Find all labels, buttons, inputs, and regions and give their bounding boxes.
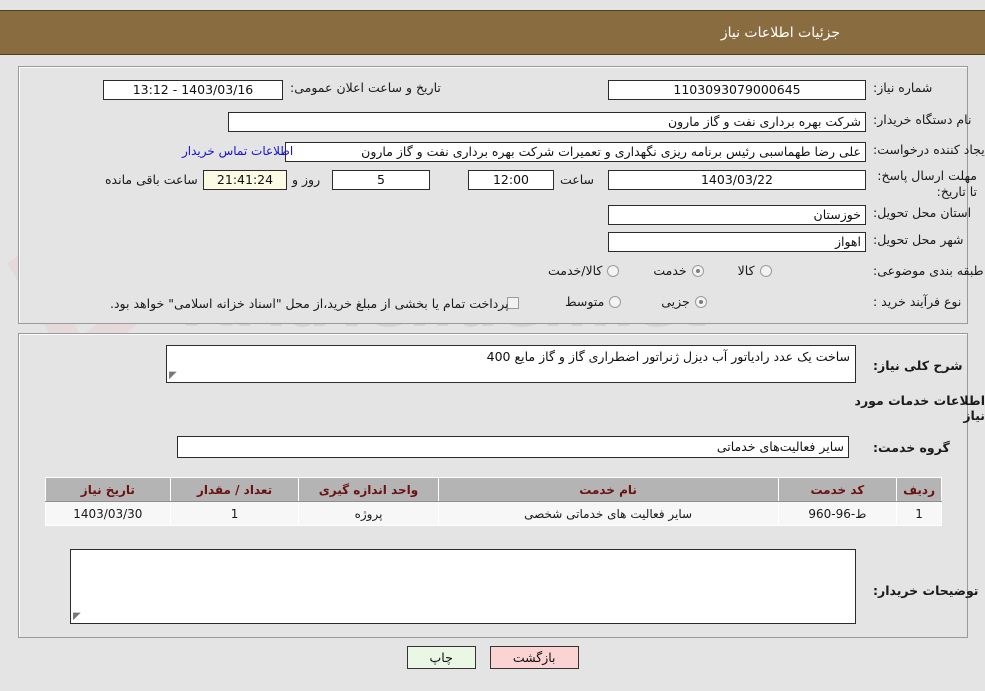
cell-radif: 1 <box>896 501 942 526</box>
button-bar: بازگشت چاپ <box>0 646 985 669</box>
province-label: استان محل تحویل: <box>873 205 972 220</box>
col-radif: ردیف <box>896 477 942 502</box>
province-field[interactable]: خوزستان <box>608 205 866 225</box>
table-header-row: ردیف کد خدمت نام خدمت واحد اندازه گیری ت… <box>45 477 942 502</box>
category-label: طبقه بندی موضوعی: <box>873 263 984 278</box>
deadline-countdown-label: ساعت باقی مانده <box>105 172 198 187</box>
deadline-countdown-field: 21:41:24 <box>203 170 287 190</box>
col-unit: واحد اندازه گیری <box>298 477 439 502</box>
deadline-time-label: ساعت <box>560 172 595 187</box>
buyer-contact-link[interactable]: اطلاعات تماس خریدار <box>182 144 293 158</box>
requester-label: ایجاد کننده درخواست: <box>873 142 985 157</box>
requester-row: ایجاد کننده درخواست: <box>873 142 985 158</box>
table-row: 1 ط-96-960 سایر فعالیت های خدماتی شخصی پ… <box>45 501 942 526</box>
col-name: نام خدمت <box>437 477 779 502</box>
city-label: شهر محل تحویل: <box>873 232 964 247</box>
print-button[interactable]: چاپ <box>406 646 476 669</box>
public-announce-field[interactable]: 1403/03/16 - 13:12 <box>103 80 283 100</box>
requester-field[interactable]: علی رضا طهماسبی رئیس برنامه ریزی نگهداری… <box>285 142 866 162</box>
category-option-label: کالا <box>737 263 755 278</box>
need-number-row: شماره نیاز: <box>873 80 932 96</box>
need-number-field[interactable]: 1103093079000645 <box>608 80 866 100</box>
service-group-label: گروه خدمت: <box>873 440 950 455</box>
services-table: ردیف کد خدمت نام خدمت واحد اندازه گیری ت… <box>45 477 942 526</box>
radio-icon[interactable] <box>607 264 620 277</box>
category-option-kala-khedmat[interactable]: کالا/خدمت <box>548 263 620 278</box>
category-option-kala[interactable]: کالا <box>738 263 772 278</box>
page-title: جزئیات اطلاعات نیاز <box>720 24 840 41</box>
deadline-row: مهلت ارسال پاسخ: تا تاریخ: <box>873 168 977 199</box>
general-desc-value: ساخت یک عدد رادیاتور آب دیزل ژنراتور اضط… <box>486 349 850 364</box>
province-row: استان محل تحویل: <box>873 205 971 221</box>
public-announce-label: تاریخ و ساعت اعلان عمومی: <box>290 80 441 95</box>
cell-code: ط-96-960 <box>777 501 898 526</box>
category-option-label: خدمت <box>653 263 687 278</box>
col-code: کد خدمت <box>777 477 898 502</box>
services-heading: اطلاعات خدمات مورد نیاز <box>854 393 985 423</box>
city-row: شهر محل تحویل: <box>873 232 963 248</box>
treasury-bond-note: پرداخت تمام یا بخشی از مبلغ خرید،از محل … <box>110 296 509 311</box>
radio-icon[interactable] <box>609 295 622 308</box>
deadline-days-label: روز و <box>292 172 321 187</box>
process-type-radio-group: جزیی متوسط <box>565 294 707 309</box>
buyer-notes-textarea[interactable]: ◥ <box>70 549 856 624</box>
page-header: جزئیات اطلاعات نیاز <box>0 10 985 55</box>
category-option-khedmat[interactable]: خدمت <box>653 263 704 278</box>
general-desc-textarea[interactable]: ساخت یک عدد رادیاتور آب دیزل ژنراتور اضط… <box>166 345 856 383</box>
category-option-label: کالا/خدمت <box>548 263 603 278</box>
process-type-label: نوع فرآیند خرید : <box>873 294 962 309</box>
col-quantity: تعداد / مقدار <box>169 477 300 502</box>
deadline-label: مهلت ارسال پاسخ: تا تاریخ: <box>877 168 977 199</box>
deadline-days-field: 5 <box>332 170 430 190</box>
service-group-field[interactable]: سایر فعالیت‌های خدماتی <box>177 436 849 458</box>
buyer-org-row: نام دستگاه خریدار: <box>873 112 971 128</box>
cell-name: سایر فعالیت های خدماتی شخصی <box>437 501 779 526</box>
public-announce-row: تاریخ و ساعت اعلان عمومی: <box>290 80 441 96</box>
radio-icon[interactable] <box>691 264 704 277</box>
category-row: طبقه بندی موضوعی: <box>873 263 984 279</box>
radio-icon[interactable] <box>694 295 707 308</box>
buyer-notes-label: توضیحات خریدار: <box>873 583 979 598</box>
category-radio-group: کالا خدمت کالا/خدمت <box>548 263 772 278</box>
process-option-jozi[interactable]: جزیی <box>661 294 707 309</box>
cell-quantity: 1 <box>169 501 300 526</box>
process-option-motevasset[interactable]: متوسط <box>565 294 622 309</box>
cell-unit: پروژه <box>298 501 439 526</box>
buyer-org-label: نام دستگاه خریدار: <box>873 112 972 127</box>
resize-grip-icon[interactable]: ◥ <box>73 611 83 622</box>
radio-icon[interactable] <box>759 264 772 277</box>
back-button[interactable]: بازگشت <box>489 646 579 669</box>
need-summary-panel <box>18 66 968 324</box>
col-need-date: تاریخ نیاز <box>45 477 171 502</box>
need-number-label: شماره نیاز: <box>873 80 933 95</box>
buyer-org-field[interactable]: شرکت بهره برداری نفت و گاز مارون <box>228 112 866 132</box>
deadline-date-field[interactable]: 1403/03/22 <box>608 170 866 190</box>
cell-need-date: 1403/03/30 <box>45 501 171 526</box>
process-option-label: جزیی <box>661 294 690 309</box>
general-desc-label: شرح کلی نیاز: <box>873 358 963 373</box>
deadline-time-field[interactable]: 12:00 <box>468 170 554 190</box>
process-type-row: نوع فرآیند خرید : <box>873 294 961 310</box>
process-option-label: متوسط <box>565 294 605 309</box>
resize-grip-icon[interactable]: ◥ <box>169 370 179 381</box>
city-field[interactable]: اهواز <box>608 232 866 252</box>
